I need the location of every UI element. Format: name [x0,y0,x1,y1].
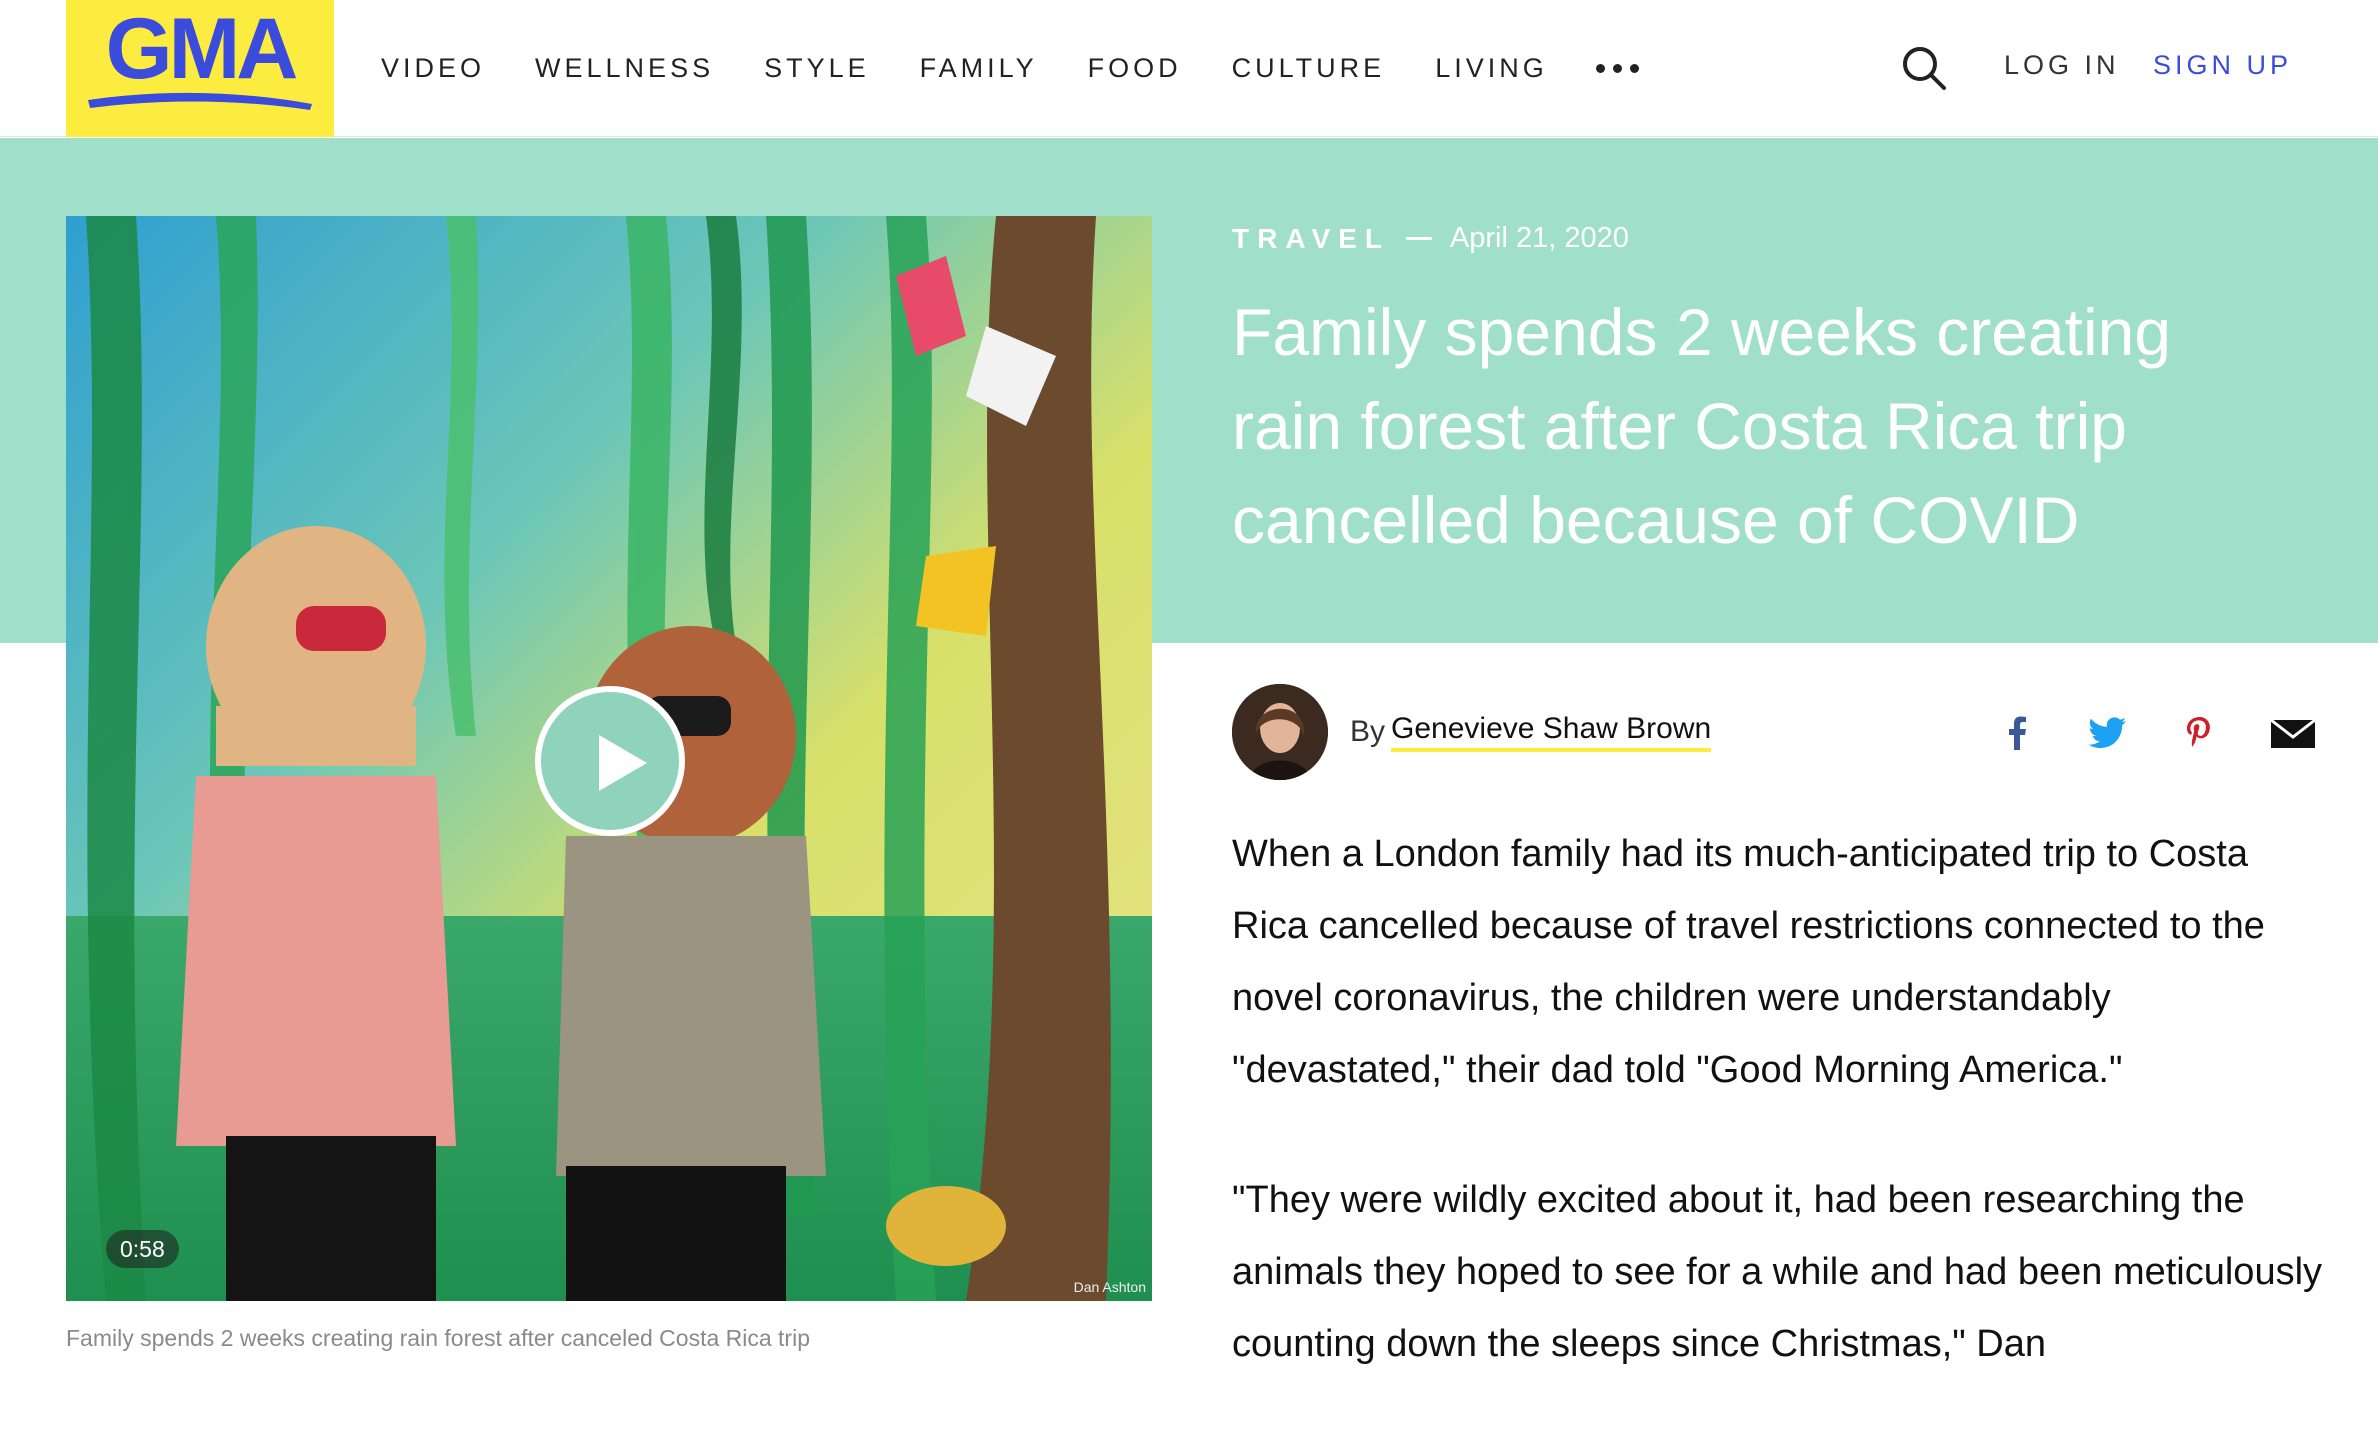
paragraph: When a London family had its much-antici… [1232,833,2265,1091]
nav-food[interactable]: FOOD [1088,53,1182,84]
section-label[interactable]: TRAVEL [1232,223,1390,255]
video-player[interactable]: 0:58 Dan Ashton [66,216,1152,1301]
by-label: By [1350,715,1386,748]
email-icon[interactable] [2268,708,2318,758]
video-caption: Family spends 2 weeks creating rain fore… [66,1325,810,1351]
svg-text:GMA: GMA [106,1,297,97]
photo-credit: Dan Ashton [1073,1279,1146,1295]
facebook-icon[interactable] [1993,708,2043,758]
article-kicker: TRAVEL April 21, 2020 [1232,222,1629,255]
signup-link[interactable]: SIGN UP [2153,50,2292,81]
article-body: When a London family had its much-antici… [1232,818,2322,1438]
main-nav: VIDEO WELLNESS STYLE FAMILY FOOD CULTURE… [381,0,1639,137]
article-headline: Family spends 2 weeks creating rain fore… [1232,295,2172,557]
author-avatar[interactable] [1232,684,1328,780]
paragraph: "They were wildly excited about it, had … [1232,1179,2323,1365]
nav-video[interactable]: VIDEO [381,53,485,84]
author-link[interactable]: Genevieve Shaw Brown [1391,712,1712,752]
publish-date: April 21, 2020 [1449,222,1629,254]
nav-wellness[interactable]: WELLNESS [535,53,714,84]
nav-family[interactable]: FAMILY [920,53,1038,84]
play-icon [599,735,647,791]
search-icon[interactable] [1900,44,1948,92]
gma-logo[interactable]: GMA [66,0,334,137]
nav-style[interactable]: STYLE [764,53,870,84]
video-duration: 0:58 [106,1230,179,1268]
site-header: GMA VIDEO WELLNESS STYLE FAMILY FOOD CUL… [0,0,2378,137]
twitter-icon[interactable] [2082,708,2132,758]
nav-culture[interactable]: CULTURE [1232,53,1386,84]
more-dots-icon[interactable] [1595,64,1639,73]
byline: By Genevieve Shaw Brown [1232,684,1712,780]
login-link[interactable]: LOG IN [2004,50,2120,81]
play-button[interactable] [535,686,685,836]
kicker-divider [1405,237,1432,240]
pinterest-icon[interactable] [2175,708,2225,758]
nav-living[interactable]: LIVING [1435,53,1548,84]
